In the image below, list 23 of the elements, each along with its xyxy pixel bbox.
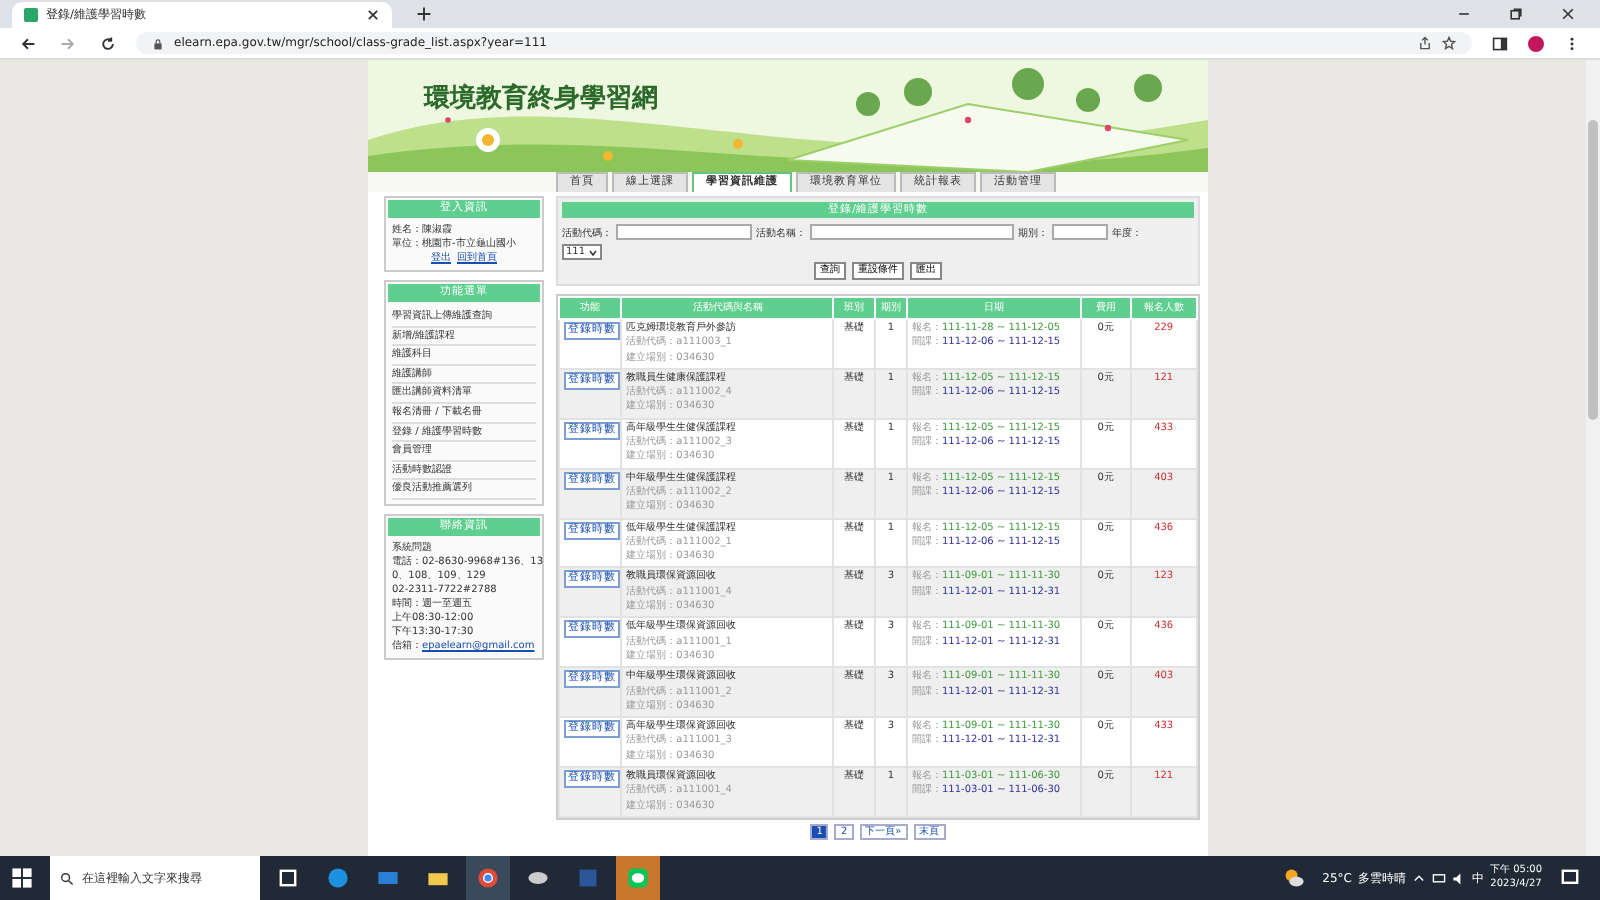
speaker-icon[interactable] xyxy=(1452,871,1466,885)
chat-app-icon[interactable] xyxy=(616,856,660,900)
caret-icon xyxy=(587,247,598,257)
chevron-up-icon[interactable] xyxy=(1412,871,1426,885)
star-icon[interactable] xyxy=(1442,36,1456,50)
activity-name-field[interactable] xyxy=(810,224,1014,240)
lock-icon xyxy=(152,37,164,49)
site-title: 環境教育終身學習網 xyxy=(424,81,658,116)
new-tab-icon[interactable] xyxy=(416,6,432,22)
side-panel-icon[interactable] xyxy=(1492,35,1508,51)
search-icon xyxy=(60,871,74,885)
profile-avatar[interactable] xyxy=(1528,35,1544,51)
term-field[interactable] xyxy=(1052,224,1108,240)
restore-icon[interactable] xyxy=(1508,6,1524,22)
site-favicon-icon xyxy=(24,8,38,22)
network-icon[interactable] xyxy=(1432,871,1446,885)
close-window-icon[interactable] xyxy=(1560,6,1576,22)
activity-code-field[interactable] xyxy=(616,224,752,240)
scrollbar[interactable] xyxy=(1586,60,1600,856)
share-icon[interactable] xyxy=(1418,36,1432,50)
back-arrow-icon[interactable] xyxy=(20,35,36,51)
close-icon[interactable] xyxy=(366,8,380,22)
reload-icon[interactable] xyxy=(100,35,116,51)
